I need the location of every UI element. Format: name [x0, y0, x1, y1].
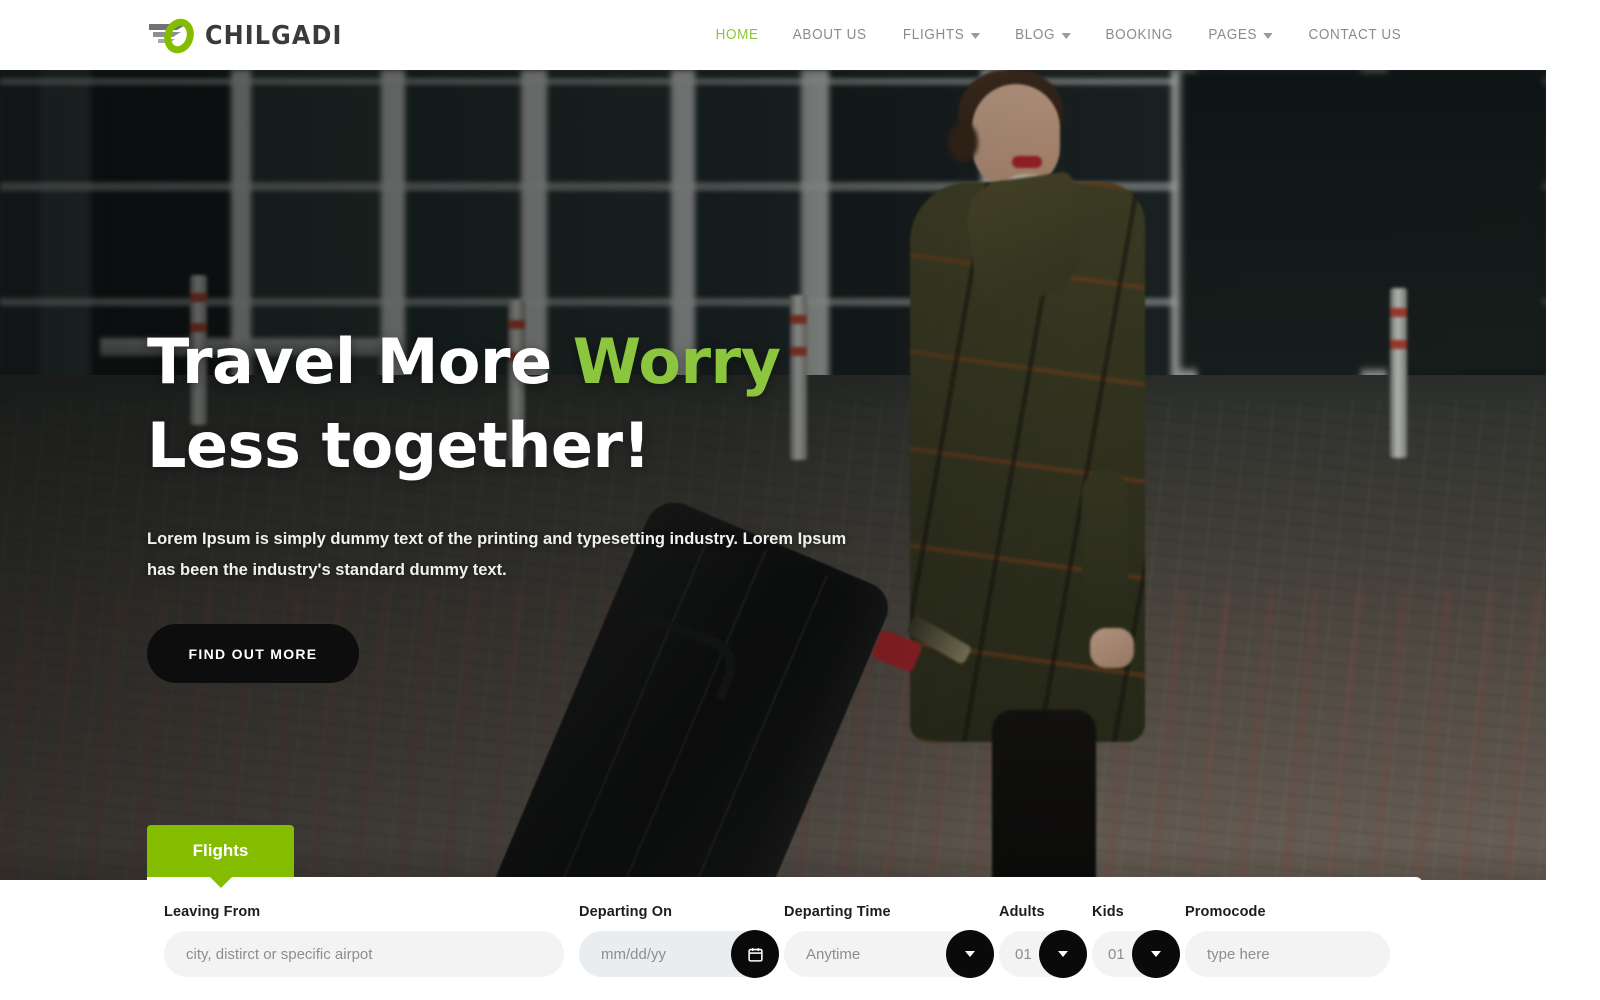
chevron-down-icon — [1151, 951, 1161, 957]
label-promocode: Promocode — [1185, 904, 1266, 920]
kids-dropdown-button[interactable] — [1132, 930, 1180, 978]
nav-label: HOME — [715, 27, 759, 43]
page-root: CHILGADI HOME ABOUT US FLIGHTS BLOG BOOK… — [0, 0, 1600, 1000]
nav-item-flights[interactable]: FLIGHTS — [889, 27, 994, 43]
nav-label: CONTACT US — [1308, 27, 1402, 43]
nav-item-booking[interactable]: BOOKING — [1092, 27, 1187, 43]
nav-item-about-us[interactable]: ABOUT US — [779, 27, 881, 43]
promocode-input[interactable] — [1185, 931, 1390, 977]
brand-logo[interactable]: CHILGADI — [147, 16, 354, 56]
wing-ring-logo-icon — [147, 17, 203, 55]
field-departing-time: Departing Time — [784, 904, 994, 978]
label-kids: Kids — [1092, 904, 1124, 920]
calendar-icon — [747, 947, 763, 962]
nav-label: BLOG — [1015, 27, 1056, 43]
label-departing-time: Departing Time — [784, 904, 891, 920]
hero-copy: Travel More Worry Less together! Lorem I… — [147, 320, 907, 683]
brand-name: CHILGADI — [205, 21, 343, 51]
booking-tabs: Flights — [147, 825, 294, 888]
nav-item-home[interactable]: HOME — [702, 27, 773, 43]
chevron-down-icon — [1061, 33, 1071, 39]
hero-title: Travel More Worry Less together! — [147, 320, 907, 488]
field-leaving-from: Leaving From — [164, 904, 564, 977]
hero-title-part1: Travel More — [147, 325, 573, 398]
nav-label: BOOKING — [1105, 27, 1174, 43]
nav-label: FLIGHTS — [902, 27, 965, 43]
label-leaving-from: Leaving From — [164, 904, 261, 920]
tab-flights[interactable]: Flights — [147, 825, 294, 877]
leaving-from-input[interactable] — [164, 931, 564, 977]
nav-item-pages[interactable]: PAGES — [1194, 27, 1286, 43]
label-departing-on: Departing On — [579, 904, 673, 920]
label-adults: Adults — [999, 904, 1045, 920]
nav-label: ABOUT US — [793, 27, 868, 43]
calendar-icon-button[interactable] — [731, 930, 779, 978]
main-nav: HOME ABOUT US FLIGHTS BLOG BOOKING PAGES — [699, 0, 1420, 70]
chevron-down-icon — [965, 951, 975, 957]
booking-form-panel: Leaving From Departing On — [147, 877, 1422, 1000]
hero-title-part2: Less together! — [147, 409, 651, 482]
nav-item-contact-us[interactable]: CONTACT US — [1295, 27, 1416, 43]
chevron-down-icon — [1263, 33, 1273, 39]
departing-time-dropdown-button[interactable] — [946, 930, 994, 978]
adults-dropdown-button[interactable] — [1039, 930, 1087, 978]
field-kids: Kids — [1092, 904, 1180, 978]
nav-label: PAGES — [1208, 27, 1257, 43]
hero-subtitle: Lorem Ipsum is simply dummy text of the … — [147, 530, 847, 579]
nav-item-blog[interactable]: BLOG — [1001, 27, 1085, 43]
find-out-more-button[interactable]: FIND OUT MORE — [147, 624, 359, 683]
field-promocode: Promocode — [1185, 904, 1390, 977]
field-departing-on: Departing On — [579, 904, 779, 978]
site-header: CHILGADI HOME ABOUT US FLIGHTS BLOG BOOK… — [0, 0, 1568, 70]
chevron-down-icon — [970, 33, 981, 39]
booking-fields: Leaving From Departing On — [164, 904, 1390, 978]
tab-label: Flights — [192, 841, 249, 860]
chevron-down-icon — [1058, 951, 1068, 957]
field-adults: Adults — [999, 904, 1087, 978]
tab-pointer-icon — [210, 877, 232, 888]
hero-title-accent: Worry — [572, 325, 781, 398]
hero-section: Travel More Worry Less together! Lorem I… — [0, 70, 1546, 880]
